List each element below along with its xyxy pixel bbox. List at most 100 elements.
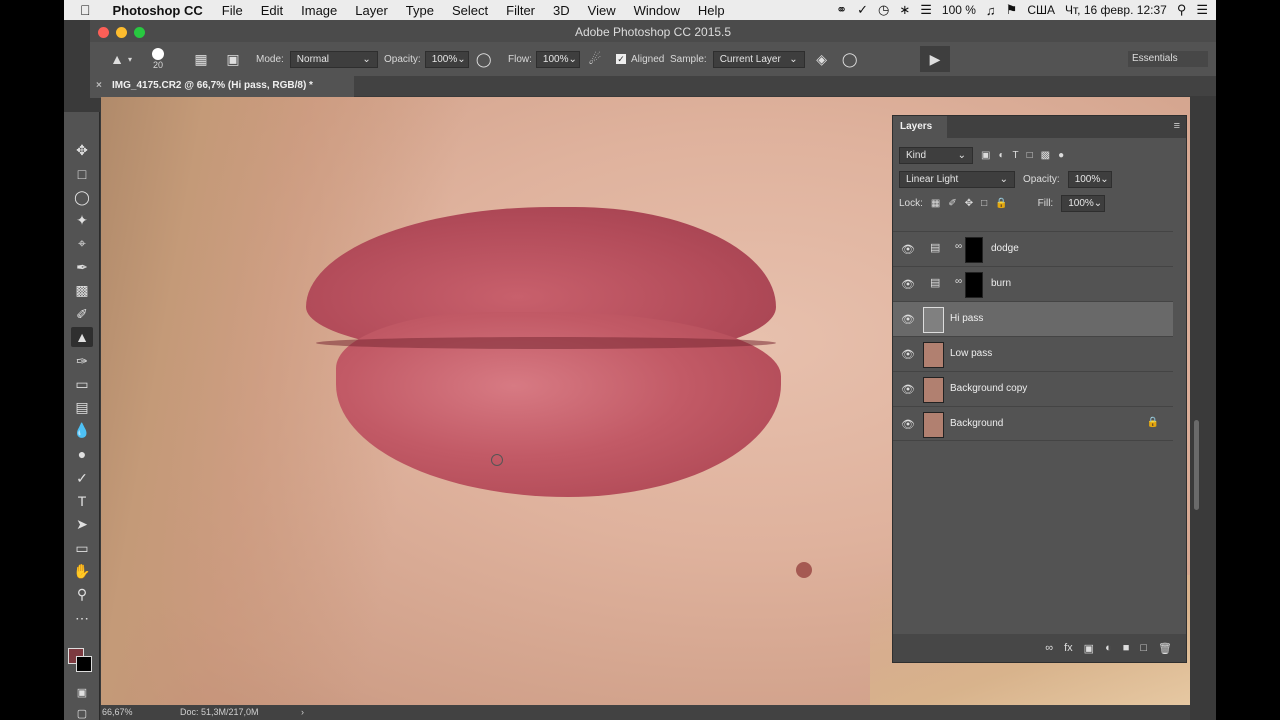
layer-mask-thumbnail[interactable]: [965, 237, 983, 263]
clock[interactable]: Чт, 16 февр. 12:37: [1065, 3, 1167, 17]
new-adjustment-layer-icon[interactable]: ◐: [1105, 642, 1112, 654]
mask-link-icon[interactable]: ∞: [955, 241, 962, 252]
mask-link-icon[interactable]: ∞: [955, 276, 962, 287]
layer-opacity-field[interactable]: 100% ⌄: [1067, 170, 1112, 188]
lock-pixels-icon[interactable]: ✐: [948, 198, 956, 209]
close-window-button[interactable]: [98, 27, 109, 38]
marquee-tool-icon[interactable]: □: [71, 164, 93, 184]
zoom-level[interactable]: 66,67%: [102, 705, 133, 720]
apple-menu-icon[interactable]: : [64, 2, 103, 18]
new-layer-icon[interactable]: □: [1140, 642, 1147, 654]
new-group-icon[interactable]: ■: [1123, 642, 1130, 654]
link-layers-icon[interactable]: ∞: [1045, 642, 1053, 654]
menu-filter[interactable]: Filter: [497, 3, 544, 18]
lock-transparent-icon[interactable]: ▦: [931, 198, 940, 209]
status-menu-arrow-icon[interactable]: ›: [301, 705, 304, 720]
layer-row-background[interactable]: 👁 Background 🔒: [893, 406, 1173, 441]
flag-icon[interactable]: ⚑: [1006, 2, 1018, 18]
layer-row-hi-pass[interactable]: 👁 Hi pass: [893, 301, 1173, 336]
visibility-eye-icon[interactable]: 👁: [901, 348, 915, 361]
zoom-window-button[interactable]: [134, 27, 145, 38]
more-tools-icon[interactable]: ⋯: [71, 608, 93, 628]
eraser-tool-icon[interactable]: ▭: [71, 374, 93, 394]
notification-center-icon[interactable]: ☰: [1196, 2, 1208, 18]
menu-view[interactable]: View: [579, 3, 625, 18]
pressure-opacity-icon[interactable]: ◯: [473, 48, 495, 70]
visibility-eye-icon[interactable]: 👁: [901, 243, 915, 256]
layer-row-dodge[interactable]: 👁 ▤ ∞ dodge: [893, 231, 1173, 266]
lock-artboard-icon[interactable]: □: [981, 198, 987, 209]
menu-layer[interactable]: Layer: [346, 3, 397, 18]
aligned-checkbox[interactable]: ✓: [616, 54, 626, 64]
ignore-adjustment-layers-icon[interactable]: ◈: [811, 48, 833, 70]
lasso-tool-icon[interactable]: ◯: [71, 187, 93, 207]
eyedropper-tool-icon[interactable]: ✒: [71, 257, 93, 277]
volume-icon[interactable]: ♫: [986, 3, 996, 18]
healing-brush-tool-icon[interactable]: ▩: [71, 280, 93, 300]
flow-field[interactable]: 100% ⌄: [535, 50, 580, 68]
menu-select[interactable]: Select: [443, 3, 497, 18]
menu-window[interactable]: Window: [625, 3, 689, 18]
time-machine-icon[interactable]: ◷: [878, 2, 889, 18]
wifi-icon[interactable]: ☰: [920, 2, 932, 18]
close-tab-icon[interactable]: ×: [96, 76, 102, 96]
clone-stamp-tool-preset-icon[interactable]: ▲: [106, 48, 128, 70]
move-tool-icon[interactable]: ✥: [71, 140, 93, 160]
layer-style-fx-icon[interactable]: fx: [1064, 642, 1073, 654]
background-color-swatch[interactable]: [76, 656, 92, 672]
opacity-field[interactable]: 100% ⌄: [424, 50, 469, 68]
visibility-eye-icon[interactable]: 👁: [901, 383, 915, 396]
minimize-window-button[interactable]: [116, 27, 127, 38]
layer-row-background-copy[interactable]: 👁 Background copy: [893, 371, 1173, 406]
shape-filter-icon[interactable]: □: [1027, 150, 1033, 161]
fill-field[interactable]: 100% ⌄: [1061, 194, 1106, 212]
visibility-eye-icon[interactable]: 👁: [901, 278, 915, 291]
gradient-tool-icon[interactable]: ▤: [71, 397, 93, 417]
layer-row-low-pass[interactable]: 👁 Low pass: [893, 336, 1173, 371]
adjustment-filter-icon[interactable]: ◐: [998, 150, 1004, 161]
layer-mask-thumbnail[interactable]: [965, 272, 983, 298]
menu-type[interactable]: Type: [397, 3, 443, 18]
visibility-eye-icon[interactable]: 👁: [901, 313, 915, 326]
layer-thumbnail[interactable]: [923, 377, 944, 403]
layer-row-burn[interactable]: 👁 ▤ ∞ burn: [893, 266, 1173, 301]
rectangle-tool-icon[interactable]: ▭: [71, 538, 93, 558]
smart-object-filter-icon[interactable]: ▩: [1041, 150, 1050, 161]
hand-tool-icon[interactable]: ✋: [71, 561, 93, 581]
input-locale[interactable]: США: [1027, 3, 1055, 17]
brush-tool-icon[interactable]: ✐: [71, 304, 93, 324]
menu-file[interactable]: File: [213, 3, 252, 18]
battery-status[interactable]: 100 %: [942, 3, 976, 17]
type-filter-icon[interactable]: T: [1013, 150, 1019, 161]
checkmark-icon[interactable]: ✓: [857, 2, 868, 18]
document-tab[interactable]: × IMG_4175.CR2 @ 66,7% (Hi pass, RGB/8) …: [90, 76, 354, 98]
spotlight-search-icon[interactable]: ⚲: [1177, 2, 1187, 18]
crop-tool-icon[interactable]: ⌖: [71, 233, 93, 253]
brush-settings-icon[interactable]: ▦: [190, 48, 212, 70]
app-menu[interactable]: Photoshop CC: [103, 3, 213, 18]
panel-menu-icon[interactable]: ≡: [1174, 120, 1180, 132]
pixel-filter-icon[interactable]: ▣: [981, 150, 990, 161]
airbrush-icon[interactable]: ☄: [584, 48, 606, 70]
layers-tab[interactable]: Layers: [893, 116, 947, 138]
visibility-eye-icon[interactable]: 👁: [901, 418, 915, 431]
quick-select-tool-icon[interactable]: ✦: [71, 210, 93, 230]
menu-image[interactable]: Image: [292, 3, 346, 18]
zoom-tool-icon[interactable]: ⚲: [71, 584, 93, 604]
add-mask-icon[interactable]: ▣: [1084, 642, 1094, 655]
filter-kind-dropdown[interactable]: Kind ⌄: [899, 146, 973, 164]
play-action-icon[interactable]: ▶: [920, 46, 950, 72]
path-selection-tool-icon[interactable]: ➤: [71, 514, 93, 534]
quick-mask-icon[interactable]: ▣: [71, 683, 93, 703]
lock-all-icon[interactable]: 🔒: [995, 198, 1007, 209]
screen-mode-icon[interactable]: ▢: [71, 704, 93, 720]
clone-source-panel-icon[interactable]: ▣: [222, 48, 244, 70]
mode-dropdown[interactable]: Normal ⌄: [289, 50, 378, 68]
clone-stamp-tool-icon[interactable]: ▲: [71, 327, 93, 347]
layer-thumbnail[interactable]: [923, 307, 944, 333]
pressure-size-icon[interactable]: ◯: [839, 48, 861, 70]
delete-layer-icon[interactable]: 🗑: [1158, 642, 1172, 655]
creative-cloud-icon[interactable]: ⚭: [836, 2, 847, 18]
blend-mode-dropdown[interactable]: Linear Light ⌄: [899, 170, 1015, 188]
dodge-tool-icon[interactable]: ●: [71, 444, 93, 464]
